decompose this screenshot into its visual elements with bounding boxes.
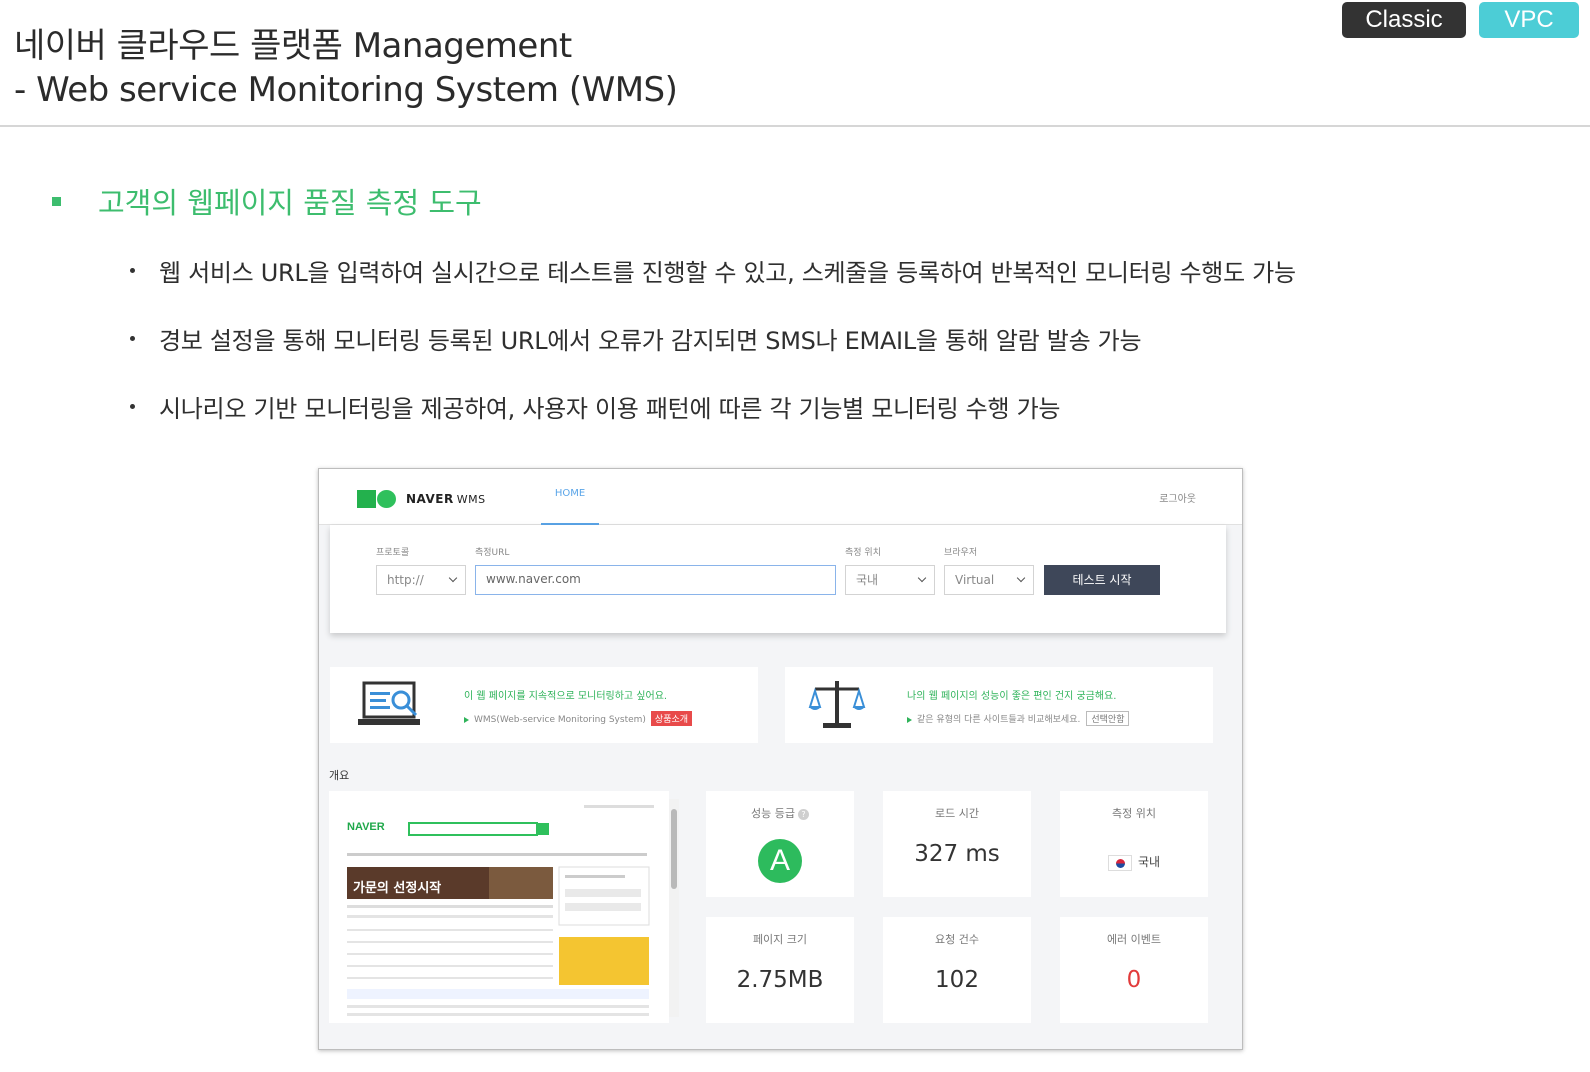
chevron-down-icon [1016,573,1026,583]
bullet-text: 웹 서비스 URL을 입력하여 실시간으로 테스트를 진행할 수 있고, 스케줄… [159,258,1296,287]
wms-screenshot: NAVER WMS HOME 로그아웃 프로토콜 http:// 측정URL ww… [318,468,1243,1050]
url-label: 측정URL [475,548,510,558]
thumbnail-logo: NAVER [347,821,385,833]
nav-home-tab[interactable]: HOME [541,483,599,525]
browser-select[interactable]: Virtual [944,565,1034,595]
scale-icon [808,681,866,728]
load-time-label: 로드 시간 [935,807,979,820]
thumbnail-banner-text: 가문의 선정시작 [353,881,442,896]
promo-left-sub: WMS(Web-service Monitoring System) 상품소개 [464,711,693,726]
page-size-value: 2.75MB [736,967,824,993]
location-card-label: 측정 위치 [1112,807,1156,820]
page-size-label: 페이지 크기 [752,933,808,946]
naver-logo-icon [357,490,397,508]
requests-value: 102 [935,967,979,993]
compare-promo-card[interactable]: 나의 웹 페이지의 성능이 좋은 편인 건지 궁금해요. 같은 유형의 다른 사… [785,667,1213,743]
list-item: 시나리오 기반 모니터링을 제공하여, 사용자 이용 패턴에 따른 각 기능별 … [130,386,1296,426]
select-none-tag[interactable]: 선택안함 [1086,711,1130,726]
bullet-text: 경보 설정을 통해 모니터링 등록된 URL에서 오류가 감지되면 SMS나 E… [159,326,1142,355]
bullet-text: 시나리오 기반 모니터링을 제공하여, 사용자 이용 패턴에 따른 각 기능별 … [159,394,1061,423]
product-intro-tag[interactable]: 상품소개 [650,711,693,726]
protocol-select[interactable]: http:// [376,565,466,595]
bullet-list: 웹 서비스 URL을 입력하여 실시간으로 테스트를 진행할 수 있고, 스케줄… [130,250,1296,454]
test-form: 프로토콜 http:// 측정URL www.naver.com 측정 위치 국… [330,525,1226,633]
errors-card: 에러 이벤트 0 [1060,917,1208,1023]
list-item: 경보 설정을 통해 모니터링 등록된 URL에서 오류가 감지되면 SMS나 E… [130,318,1296,358]
classic-badge: Classic [1342,2,1466,38]
page-title: 네이버 클라우드 플랫폼 Management [14,26,572,66]
protocol-label: 프로토콜 [376,548,410,558]
load-time-value: 327 ms [914,841,1000,867]
bullet-dot-icon [130,267,135,273]
headline-text: 고객의 웹페이지 품질 측정 도구 [98,186,482,220]
load-time-card: 로드 시간 327 ms [883,791,1031,897]
grade-badge: A [758,839,802,883]
location-card: 측정 위치 국내 [1060,791,1208,897]
promo-left-text: 이 웹 페이지를 지속적으로 모니터링하고 싶어요. [464,691,668,702]
square-bullet-icon [52,196,61,206]
help-icon[interactable]: ? [797,808,809,820]
page-size-card: 페이지 크기 2.75MB [706,917,854,1023]
chevron-down-icon [917,573,927,583]
errors-value: 0 [1126,967,1142,993]
location-label: 측정 위치 [845,548,881,558]
location-select[interactable]: 국내 [845,565,935,595]
browser-label: 브라우저 [944,548,978,558]
laptop-search-icon [358,681,420,725]
thumbnail-scrollbar[interactable] [669,799,679,1017]
promo-right-text: 나의 웹 페이지의 성능이 좋은 편인 건지 궁금해요. [907,691,1117,702]
page-thumbnail: NAVER 가문의 선정시작 [329,791,669,1023]
monitoring-promo-card[interactable]: 이 웹 페이지를 지속적으로 모니터링하고 싶어요. WMS(Web-servi… [330,667,758,743]
headline: 고객의 웹페이지 품질 측정 도구 [52,180,482,222]
test-start-button[interactable]: 테스트 시작 [1044,565,1160,595]
errors-label: 에러 이벤트 [1106,933,1162,946]
logout-link[interactable]: 로그아웃 [1159,490,1196,505]
requests-card: 요청 건수 102 [883,917,1031,1023]
chevron-down-icon [448,573,458,583]
play-arrow-icon [907,716,912,723]
location-card-value: 국내 [1060,853,1208,871]
play-arrow-icon [464,716,469,723]
wms-navbar: NAVER WMS HOME 로그아웃 [319,469,1242,525]
wms-logo[interactable]: NAVER WMS [406,492,486,506]
bullet-dot-icon [130,335,135,341]
url-input[interactable]: www.naver.com [475,565,836,595]
list-item: 웹 서비스 URL을 입력하여 실시간으로 테스트를 진행할 수 있고, 스케줄… [130,250,1296,290]
grade-label: 성능 등급 [751,807,795,820]
overview-label: 개요 [329,769,350,782]
page-subtitle: - Web service Monitoring System (WMS) [14,70,678,110]
requests-label: 요청 건수 [935,933,979,946]
vpc-badge: VPC [1479,2,1579,38]
grade-card: 성능 등급? A [706,791,854,897]
promo-right-sub: 같은 유형의 다른 사이트들과 비교해보세요. 선택안함 [907,711,1130,726]
korea-flag-icon [1107,854,1132,871]
bullet-dot-icon [130,403,135,409]
